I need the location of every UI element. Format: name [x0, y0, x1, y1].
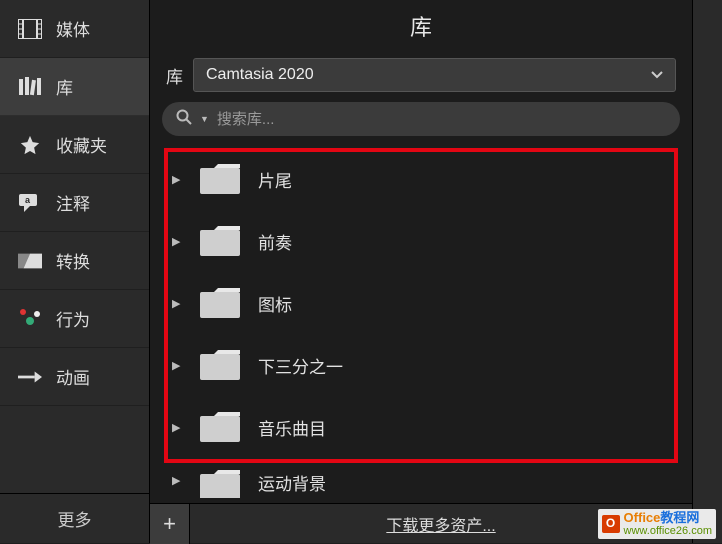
sidebar-item-favorites[interactable]: 收藏夹	[0, 116, 149, 174]
expand-icon: ▶	[172, 474, 182, 487]
folder-row-intro[interactable]: ▶ 前奏	[158, 210, 678, 272]
chevron-down-icon: ▼	[200, 114, 209, 124]
watermark: O Office教程网 www.office26.com	[598, 509, 716, 539]
right-strip	[692, 0, 722, 543]
folder-row-motion[interactable]: ▶ 运动背景	[158, 458, 678, 498]
sidebar-item-animations[interactable]: 动画	[0, 348, 149, 406]
chevron-down-icon	[651, 66, 663, 84]
folder-row-music[interactable]: ▶ 音乐曲目	[158, 396, 678, 458]
folder-label: 运动背景	[258, 470, 326, 495]
folder-label: 音乐曲目	[258, 415, 326, 440]
behavior-icon	[18, 307, 42, 331]
expand-icon: ▶	[172, 297, 182, 310]
folder-row-icons[interactable]: ▶ 图标	[158, 272, 678, 334]
sidebar-item-label: 库	[56, 74, 73, 99]
library-dropdown[interactable]: Camtasia 2020	[193, 58, 676, 92]
sidebar-item-label: 行为	[56, 306, 90, 331]
watermark-url: www.office26.com	[624, 525, 712, 537]
sidebar-item-label: 注释	[56, 190, 90, 215]
library-selected-value: Camtasia 2020	[206, 66, 314, 84]
library-selector-row: 库 Camtasia 2020	[150, 54, 692, 102]
animation-icon	[18, 365, 42, 389]
star-icon	[18, 133, 42, 157]
add-button[interactable]: +	[150, 504, 190, 544]
callout-icon: a	[18, 191, 42, 215]
library-folder-list: ▶ 片尾 ▶ 前奏 ▶ 图标 ▶	[158, 148, 678, 503]
sidebar-item-label: 媒体	[56, 16, 90, 41]
transition-icon	[18, 249, 42, 273]
sidebar-item-annotations[interactable]: a 注释	[0, 174, 149, 232]
sidebar-item-transitions[interactable]: 转换	[0, 232, 149, 290]
sidebar-more-label: 更多	[58, 511, 92, 530]
folder-icon	[198, 348, 242, 382]
sidebar-item-media[interactable]: 媒体	[0, 0, 149, 58]
search-box[interactable]: ▼	[162, 102, 680, 136]
sidebar-item-label: 转换	[56, 248, 90, 273]
library-panel: 库 库 Camtasia 2020 ▼ ▶	[150, 0, 692, 543]
expand-icon: ▶	[172, 173, 182, 186]
folder-label: 前奏	[258, 229, 292, 254]
watermark-cn: 教程网	[660, 510, 699, 525]
expand-icon: ▶	[172, 421, 182, 434]
folder-icon	[198, 224, 242, 258]
search-icon	[176, 109, 192, 130]
folder-label: 下三分之一	[258, 353, 343, 378]
folder-icon	[198, 162, 242, 196]
library-label: 库	[166, 63, 183, 88]
sidebar-item-library[interactable]: 库	[0, 58, 149, 116]
download-assets-label: 下载更多资产...	[386, 518, 495, 535]
plus-icon: +	[163, 511, 176, 537]
search-input[interactable]	[217, 111, 666, 128]
sidebar-more-button[interactable]: 更多	[0, 493, 149, 543]
folder-icon	[198, 468, 242, 498]
folder-label: 片尾	[258, 167, 292, 192]
sidebar-item-label: 收藏夹	[56, 132, 107, 157]
books-icon	[18, 75, 42, 99]
panel-title: 库	[150, 0, 692, 54]
folder-label: 图标	[258, 291, 292, 316]
folder-icon	[198, 286, 242, 320]
expand-icon: ▶	[172, 359, 182, 372]
watermark-brand: Office	[624, 510, 661, 525]
folder-row-lowerthirds[interactable]: ▶ 下三分之一	[158, 334, 678, 396]
film-icon	[18, 17, 42, 41]
office-logo-icon: O	[602, 515, 620, 533]
folder-icon	[198, 410, 242, 444]
sidebar-item-behaviors[interactable]: 行为	[0, 290, 149, 348]
sidebar-item-label: 动画	[56, 364, 90, 389]
folder-row-outro[interactable]: ▶ 片尾	[158, 148, 678, 210]
expand-icon: ▶	[172, 235, 182, 248]
sidebar: 媒体 库 收藏夹 a 注释 转换	[0, 0, 150, 543]
